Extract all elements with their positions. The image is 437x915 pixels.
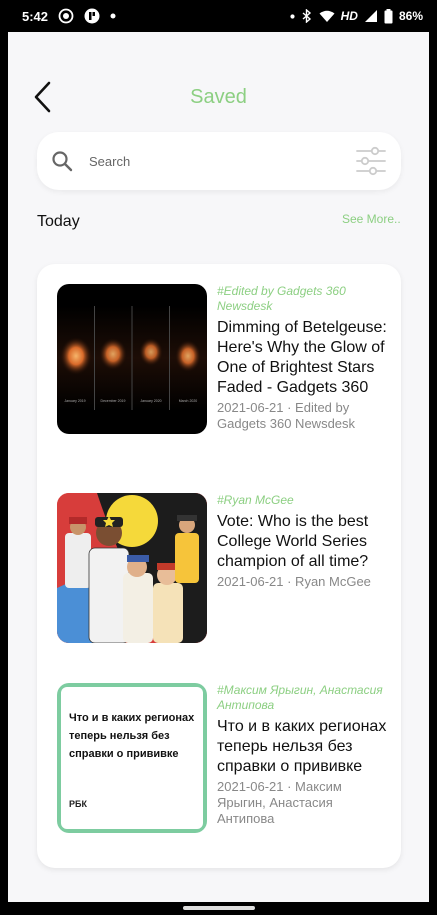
article-thumbnail: Что и в каких регионах теперь нельзя без… <box>57 683 207 833</box>
record-icon <box>58 8 74 24</box>
dot-icon <box>290 13 295 19</box>
search-input[interactable] <box>89 148 339 174</box>
thumb-caption: January 2020 <box>140 399 161 403</box>
article-item[interactable]: January 2019 December 2019 January 2020 … <box>57 284 387 444</box>
status-bar: 5:42 HD 86% <box>0 0 437 32</box>
search-bar <box>37 132 401 190</box>
battery-icon <box>384 8 393 24</box>
see-more-link[interactable]: See More.. <box>342 212 401 226</box>
article-headline: Что и в каких регионах теперь нельзя без… <box>217 718 387 775</box>
baseball-players-image <box>57 493 207 643</box>
betelgeuse-image: January 2019 December 2019 January 2020 … <box>57 306 207 410</box>
rbk-logo: РБК <box>69 799 87 809</box>
thumb-caption: January 2019 <box>64 399 85 403</box>
article-headline: Vote: Who is the best College World Seri… <box>217 513 369 570</box>
article-meta: 2021-06-21 · Ryan McGee <box>217 574 371 589</box>
section-title: Today <box>37 213 80 230</box>
page-title: Saved <box>190 86 247 108</box>
filter-sliders-icon[interactable] <box>355 146 387 176</box>
thumb-caption: March 2020 <box>179 399 198 403</box>
rbk-thumbnail-card: Что и в каких регионах теперь нельзя без… <box>61 687 203 829</box>
article-tag: #Ryan McGee <box>217 493 294 507</box>
search-icon <box>52 151 73 172</box>
wifi-icon <box>319 10 335 23</box>
app-notification-icon <box>84 8 100 24</box>
home-indicator[interactable] <box>183 906 255 910</box>
dot-icon <box>110 13 116 19</box>
article-thumbnail: January 2019 December 2019 January 2020 … <box>57 284 207 434</box>
saved-screen: Saved Today See More.. <box>8 32 429 902</box>
network-type: HD <box>340 9 358 23</box>
article-thumbnail <box>57 493 207 643</box>
signal-icon <box>364 9 378 23</box>
article-tag: #Edited by Gadgets 360 Newsdesk <box>217 284 346 313</box>
article-meta: 2021-06-21 · Максим Ярыгин, Анастасия Ан… <box>217 779 342 826</box>
bluetooth-icon <box>301 9 313 23</box>
article-tag: #Максим Ярыгин, Анастасия Антипова <box>217 683 383 712</box>
article-item[interactable]: Что и в каких регионах теперь нельзя без… <box>57 683 387 853</box>
article-meta: 2021-06-21 · Edited by Gadgets 360 Newsd… <box>217 400 356 431</box>
battery-level: 86% <box>398 9 423 23</box>
thumb-caption: December 2019 <box>101 399 126 403</box>
status-time: 5:42 <box>22 8 49 24</box>
article-headline: Dimming of Betelgeuse: Here's Why the Gl… <box>217 319 387 396</box>
thumbnail-headline: Что и в каких регионах теперь нельзя без… <box>69 712 195 760</box>
saved-articles-card: January 2019 December 2019 January 2020 … <box>37 264 401 868</box>
article-item[interactable]: #Ryan McGee Vote: Who is the best Colleg… <box>57 493 387 643</box>
